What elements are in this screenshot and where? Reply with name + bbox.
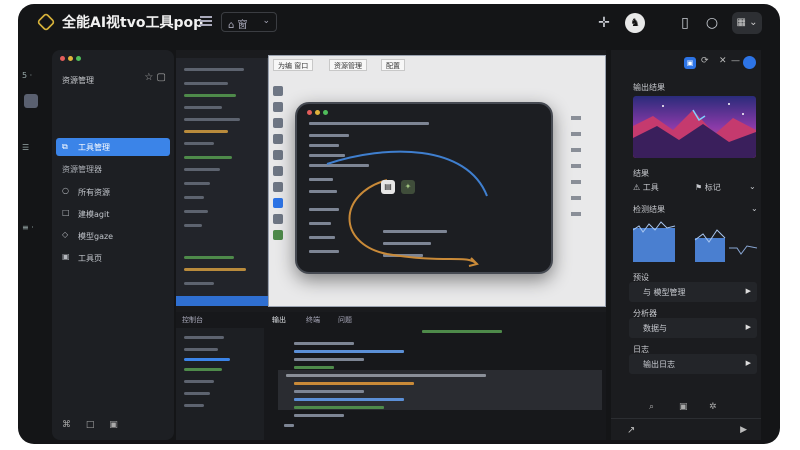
folder-icon: ○ bbox=[62, 186, 69, 195]
strip-label: 5 · bbox=[22, 71, 33, 80]
panel-mode-icon[interactable]: ▣ bbox=[684, 57, 696, 69]
view-dropdown[interactable]: ⌂ 窗 ⌄ bbox=[221, 12, 277, 32]
chevron-down-icon[interactable]: ⌄ bbox=[749, 182, 756, 191]
tab-preview[interactable]: 为编 窗口 bbox=[273, 59, 314, 71]
document-icon[interactable]: ▤ bbox=[381, 180, 395, 194]
app-window: 全能AI视tvo工具pop ⌂ 窗 ⌄ ✛ ♞ ▯ ○ ▦ ⌄ 5 · ☰ ≡ … bbox=[18, 4, 780, 444]
tool-icon[interactable]: ✦ bbox=[401, 180, 415, 194]
play-icon: ▶ bbox=[745, 359, 751, 367]
code-workspace: 为编 窗口 资源管理 配置 ▤ ✦ 控制台 输出 终端 问题 bbox=[176, 50, 606, 440]
circle-icon[interactable]: ○ bbox=[703, 14, 721, 32]
page-icon: ▣ bbox=[62, 252, 70, 261]
card-text: 与 模型管理 bbox=[643, 288, 686, 297]
sidebar-item[interactable]: ○ 所有资源 bbox=[52, 182, 174, 202]
diamond-icon: ◇ bbox=[62, 230, 69, 239]
minus-icon[interactable]: — bbox=[731, 56, 740, 66]
strip-label: ≡ · bbox=[22, 223, 34, 232]
settings-icon[interactable]: ✲ bbox=[709, 402, 717, 412]
close-icon[interactable]: ✕ bbox=[719, 56, 727, 66]
flow-curve-graphic bbox=[326, 150, 488, 267]
chart-title: 检测结果 bbox=[633, 205, 665, 214]
landscape-artwork bbox=[633, 96, 756, 158]
panel-bottom-bar: ↗ ▶ bbox=[611, 418, 761, 440]
sidebar-item-label: 所有资源 bbox=[78, 188, 110, 197]
play-icon: ▶ bbox=[745, 287, 751, 295]
strip-label: ☰ bbox=[22, 143, 30, 152]
tool-b-option[interactable]: ⚑ 标记 bbox=[695, 182, 721, 193]
tab-output[interactable]: 输出 bbox=[272, 315, 286, 325]
save-icon[interactable]: ▣ bbox=[679, 402, 688, 412]
tab-resources[interactable]: 资源管理 bbox=[329, 59, 367, 71]
analyzer-card[interactable]: 数据与 ▶ bbox=[629, 318, 757, 338]
expand-icon[interactable]: ↗ bbox=[627, 425, 635, 436]
bottom-panel: 控制台 输出 终端 问题 bbox=[176, 312, 606, 440]
sidebar-bottom-icons[interactable]: ⌘ □ ▣ bbox=[62, 420, 124, 430]
card-text: 数据与 bbox=[643, 324, 667, 333]
bottom-tabs: 控制台 输出 终端 问题 bbox=[176, 312, 606, 326]
triangle-icon: ⚠ bbox=[633, 183, 643, 192]
tab-config[interactable]: 配置 bbox=[381, 59, 405, 71]
calendar-icon[interactable]: ▦ ⌄ bbox=[732, 12, 762, 34]
section-title: 输出结果 bbox=[633, 83, 665, 92]
tab-terminal[interactable]: 终端 bbox=[306, 315, 320, 325]
chevron-down-icon[interactable]: ⌄ bbox=[751, 204, 758, 213]
preview-toolbar[interactable] bbox=[273, 86, 287, 296]
tab-problems[interactable]: 问题 bbox=[338, 315, 352, 325]
preview-right-toolbar[interactable] bbox=[571, 116, 593, 296]
top-bar: 全能AI视tvo工具pop ⌂ 窗 ⌄ ✛ ♞ ▯ ○ ▦ ⌄ bbox=[18, 4, 780, 44]
book-icon[interactable]: ▯ bbox=[676, 14, 694, 32]
sidebar-section-title: 资源管理器 bbox=[62, 165, 102, 174]
maximize-dot-icon[interactable] bbox=[76, 56, 81, 61]
sidebar-header: 资源管理 bbox=[62, 76, 94, 85]
filter-icon[interactable] bbox=[200, 16, 212, 26]
box-icon: □ bbox=[62, 208, 70, 217]
send-icon[interactable]: ▶ bbox=[740, 425, 747, 435]
log-card[interactable]: 输出日志 ▶ bbox=[629, 354, 757, 374]
grid-icon: ⧉ bbox=[62, 142, 68, 151]
status-bar bbox=[176, 296, 268, 306]
crosshair-icon[interactable]: ✛ bbox=[595, 14, 613, 32]
sidebar-item-label: 模型gaze bbox=[78, 232, 114, 241]
card-text: 输出日志 bbox=[643, 360, 675, 369]
sidebar-item[interactable]: ◇ 模型gaze bbox=[52, 226, 174, 246]
sidebar-item-label: 建模agit bbox=[78, 210, 110, 219]
assistant-icon[interactable] bbox=[743, 56, 756, 69]
generated-image[interactable] bbox=[633, 96, 756, 158]
sidebar-item[interactable]: ▣ 工具页 bbox=[52, 248, 174, 268]
file-tree[interactable] bbox=[176, 58, 268, 300]
right-panel: ▣ ⟳ ✕ — 输出结果 结果 ⚠ 工具 ⚑ 标记 ⌄ 检测结果 ⌄ 预设 与 … bbox=[611, 50, 761, 440]
tab-console[interactable]: 控制台 bbox=[182, 315, 203, 325]
waveform-chart bbox=[633, 221, 757, 262]
tag-icon: ⚑ bbox=[695, 183, 705, 192]
sidebar-item[interactable]: □ 建模agit bbox=[52, 204, 174, 224]
minimize-dot-icon[interactable] bbox=[68, 56, 73, 61]
sidebar-item-label: 工具管理 bbox=[78, 143, 110, 152]
tool-a-option[interactable]: ⚠ 工具 bbox=[633, 182, 659, 193]
results-label: 结果 bbox=[633, 169, 649, 178]
bottom-file-tree[interactable] bbox=[176, 328, 264, 440]
preview-pane: 为编 窗口 资源管理 配置 ▤ ✦ bbox=[268, 55, 606, 307]
sidebar-item-active[interactable]: ⧉ 工具管理 bbox=[56, 138, 170, 156]
search-icon[interactable]: ⌕ bbox=[649, 402, 654, 412]
play-icon: ▶ bbox=[745, 323, 751, 331]
chevron-down-icon: ⌄ bbox=[262, 16, 270, 26]
preview-window: ▤ ✦ bbox=[295, 102, 553, 274]
app-title: 全能AI视tvo工具pop bbox=[62, 15, 204, 31]
close-dot-icon[interactable] bbox=[60, 56, 65, 61]
sidebar-item-label: 工具页 bbox=[78, 254, 102, 263]
sidebar: 资源管理 ☆ ▢ ⧉ 工具管理 资源管理器 ○ 所有资源 □ 建模agit ◇ … bbox=[52, 50, 174, 440]
share-icon[interactable]: ⟳ bbox=[701, 56, 709, 66]
preset-card[interactable]: 与 模型管理 ▶ bbox=[629, 282, 757, 302]
star-icon[interactable]: ☆ ▢ bbox=[144, 72, 166, 83]
strip-icon[interactable] bbox=[24, 94, 38, 108]
badge-icon[interactable]: ♞ bbox=[625, 13, 645, 33]
view-dropdown-label: ⌂ 窗 bbox=[228, 20, 248, 31]
app-logo-icon bbox=[36, 12, 56, 32]
